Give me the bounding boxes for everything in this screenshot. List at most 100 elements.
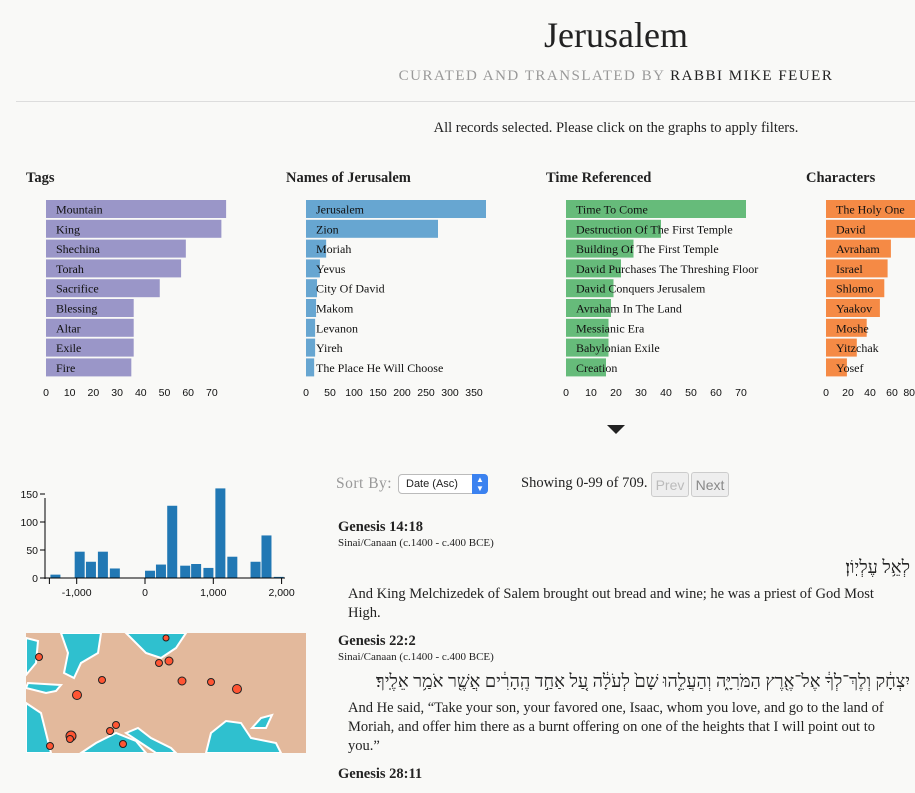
bar-label: Israel xyxy=(836,262,863,276)
axis-tick-label: 100 xyxy=(345,387,363,399)
result-count: Showing 0-99 of 709. xyxy=(521,475,648,491)
bar-label: Moriah xyxy=(316,242,351,256)
axis-tick-label: 60 xyxy=(886,387,898,399)
map-marker[interactable] xyxy=(106,727,114,735)
map-marker[interactable] xyxy=(112,721,120,729)
histogram-bar[interactable] xyxy=(180,565,191,578)
bar-label: David Conquers Jerusalem xyxy=(576,282,706,296)
location-map[interactable] xyxy=(26,633,306,753)
bar[interactable] xyxy=(306,358,315,377)
bar-label: Destruction Of The First Temple xyxy=(576,222,733,236)
bar-label: David Purchases The Threshing Floor xyxy=(576,262,758,276)
row-charts[interactable]: Mountain King Shechina Torah Sacrifice Blessi… xyxy=(0,0,915,410)
record-hebrew: יִצְחָ֔ק וְלֶךְ־לְךָ֔ אֶל־אֶ֖רֶץ הַמֹּרִ… xyxy=(375,671,910,691)
map-marker[interactable] xyxy=(66,735,74,743)
histogram-bar[interactable] xyxy=(167,505,178,578)
axis-tick-label: 20 xyxy=(88,387,100,399)
axis-tick-label: 10 xyxy=(585,387,597,399)
bar-label: Shlomo xyxy=(836,282,873,296)
map-marker[interactable] xyxy=(232,684,242,694)
bar-label: Creation xyxy=(576,361,617,375)
axis-tick-label: 60 xyxy=(710,387,722,399)
bar-label: The Holy One xyxy=(836,203,905,217)
map-marker[interactable] xyxy=(162,634,170,642)
x-tick-label: 2,000 xyxy=(268,587,294,599)
bar-label: David xyxy=(836,222,865,236)
bar-label: Sacrifice xyxy=(56,282,99,296)
record: Genesis 22:2 Sinai/Canaan (c.1400 - c.40… xyxy=(338,633,910,756)
record-era: Sinai/Canaan (c.1400 - c.400 BCE) xyxy=(338,537,494,549)
bar-label: Building Of The First Temple xyxy=(576,242,719,256)
bar[interactable] xyxy=(306,299,317,317)
histogram-bar[interactable] xyxy=(145,570,156,578)
bar-label: Jerusalem xyxy=(316,203,365,217)
bar-label: Mountain xyxy=(56,203,103,217)
map-marker[interactable] xyxy=(46,742,54,750)
bar-label: Yevus xyxy=(316,262,346,276)
map-marker[interactable] xyxy=(35,653,43,661)
axis-tick-label: 40 xyxy=(135,387,147,399)
sort-select[interactable]: Date (Asc) ▲ ▼ xyxy=(398,474,488,494)
axis-tick-label: 0 xyxy=(43,387,49,399)
x-tick-label: 1,000 xyxy=(200,587,226,599)
record-hebrew: לְאֵ֥ל עֶלְיֽוֹן׃ xyxy=(845,557,910,577)
histogram-bar[interactable] xyxy=(109,568,120,578)
map-marker[interactable] xyxy=(164,656,174,666)
bar-label: Moshe xyxy=(836,321,869,335)
record-reference[interactable]: Genesis 28:11 xyxy=(338,766,910,783)
record-reference[interactable]: Genesis 22:2 xyxy=(338,633,910,650)
axis-tick-label: 0 xyxy=(823,387,829,399)
histogram-bar[interactable] xyxy=(155,564,166,578)
prev-button[interactable]: Prev xyxy=(651,472,689,497)
next-button[interactable]: Next xyxy=(691,472,729,497)
bar[interactable] xyxy=(306,338,316,357)
select-arrows-icon: ▲ ▼ xyxy=(472,474,488,494)
histogram-bar[interactable] xyxy=(191,564,202,578)
bar-label: Babylonian Exile xyxy=(576,341,660,355)
bar-label: Makom xyxy=(316,302,354,316)
histogram-bar[interactable] xyxy=(74,551,85,578)
map-marker[interactable] xyxy=(177,676,187,686)
y-tick-label: 0 xyxy=(32,573,38,585)
date-histogram[interactable]: 0 50 100 150 -1,000 0 1,000 2,000 xyxy=(0,470,310,610)
axis-tick-label: 0 xyxy=(303,387,309,399)
axis-tick-label: 80 xyxy=(903,387,915,399)
bar-label: Fire xyxy=(56,361,75,375)
records-list: Genesis 14:18 Sinai/Canaan (c.1400 - c.4… xyxy=(338,519,910,793)
map-marker[interactable] xyxy=(119,740,127,748)
axis-tick-label: 10 xyxy=(64,387,76,399)
histogram-bar[interactable] xyxy=(227,556,238,578)
axis-tick-label: 350 xyxy=(465,387,483,399)
bar-label: The Place He Will Choose xyxy=(316,361,443,375)
histogram-bar[interactable] xyxy=(85,561,96,578)
bar-label: Avraham xyxy=(836,242,880,256)
axis-tick-label: 150 xyxy=(369,387,387,399)
bar[interactable] xyxy=(306,318,316,337)
axis-tick-label: 50 xyxy=(685,387,697,399)
record: Genesis 28:11 xyxy=(338,766,910,783)
axis-tick-label: 20 xyxy=(842,387,854,399)
map-marker[interactable] xyxy=(98,676,106,684)
histogram-bar[interactable] xyxy=(203,567,214,578)
bar-label: King xyxy=(56,222,80,236)
map-marker[interactable] xyxy=(155,659,163,667)
histogram-bar[interactable] xyxy=(97,551,108,578)
map-marker[interactable] xyxy=(72,690,82,700)
record-reference[interactable]: Genesis 14:18 xyxy=(338,519,910,536)
histogram-bar[interactable] xyxy=(250,561,261,578)
y-tick-label: 100 xyxy=(20,517,38,529)
y-tick-label: 150 xyxy=(20,489,38,501)
expand-charts-toggle-icon[interactable] xyxy=(607,425,625,434)
bar-label: Yireh xyxy=(316,341,343,355)
bar-label: Time To Come xyxy=(576,203,648,217)
axis-tick-label: 60 xyxy=(182,387,194,399)
histogram-bar[interactable] xyxy=(215,488,226,578)
bar-label: City Of David xyxy=(316,282,385,296)
histogram-bar[interactable] xyxy=(261,535,272,578)
x-tick-label: 0 xyxy=(142,587,148,599)
record-english: And He said, “Take your son, your favore… xyxy=(348,700,884,754)
bar-label: Torah xyxy=(56,262,84,276)
histogram-bar[interactable] xyxy=(50,574,61,578)
y-tick-label: 50 xyxy=(26,545,38,557)
map-marker[interactable] xyxy=(207,678,215,686)
